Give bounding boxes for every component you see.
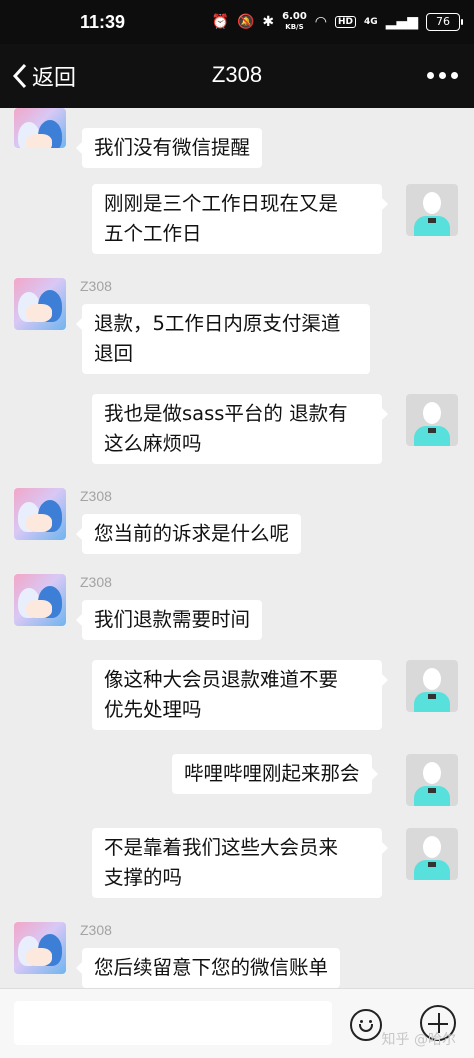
message-bubble[interactable]: 不是靠着我们这些大会员来 支撑的吗 — [92, 828, 388, 898]
message-bubble[interactable]: 刚刚是三个工作日现在又是 五个工作日 — [92, 184, 388, 254]
status-bar: 11:39 ⏰ 🔕 ✱ 6.00 KB/S ◠ HD 4G ▂▄▆ 76 — [0, 0, 474, 44]
more-dot — [451, 72, 458, 79]
message-bubble[interactable]: 我们没有微信提醒 — [75, 128, 263, 168]
network-badge: 4G — [364, 16, 378, 27]
mute-icon: 🔕 — [236, 14, 255, 30]
status-time: 11:39 — [80, 12, 126, 32]
message-bubble[interactable]: 像这种大会员退款难道不要 优先处理吗 — [92, 660, 388, 730]
more-options-button[interactable] — [427, 72, 458, 79]
message-bubble[interactable]: 退款，5工作日内原支付渠道 退回 — [76, 304, 370, 374]
user-avatar[interactable] — [406, 754, 458, 806]
input-bar: 知乎 @哈尔 — [0, 988, 474, 1058]
user-avatar[interactable] — [406, 828, 458, 880]
message-bubble[interactable]: 您后续留意下您的微信账单 — [75, 948, 341, 988]
user-avatar[interactable] — [406, 184, 458, 236]
nav-bar: 返回 Z308 — [0, 44, 474, 108]
wifi-icon: ◠ — [314, 14, 328, 30]
contact-avatar[interactable] — [14, 922, 66, 974]
status-icons: ⏰ 🔕 ✱ 6.00 KB/S ◠ HD 4G ▂▄▆ 76 — [211, 11, 463, 32]
sender-name: Z308 — [80, 922, 112, 938]
chat-title: Z308 — [211, 62, 263, 87]
battery-indicator: 76 — [426, 13, 463, 31]
contact-avatar[interactable] — [14, 574, 66, 626]
more-dot — [427, 72, 434, 79]
message-bubble[interactable]: 您当前的诉求是什么呢 — [75, 514, 302, 554]
watermark: 知乎 @哈尔 — [381, 1032, 456, 1048]
chat-area[interactable]: 我们没有微信提醒 刚刚是三个工作日现在又是 五个工作日 Z308 退款，5工作日… — [0, 108, 474, 988]
bluetooth-icon: ✱ — [262, 14, 275, 30]
message-bubble[interactable]: 我也是做sass平台的 退款有 这么麻烦吗 — [92, 394, 388, 464]
contact-avatar[interactable] — [14, 488, 66, 540]
net-speed: 6.00 KB/S — [282, 11, 307, 32]
message-bubble[interactable]: 我们退款需要时间 — [75, 600, 263, 640]
emoji-icon[interactable] — [350, 1009, 382, 1041]
user-avatar[interactable] — [406, 394, 458, 446]
hd-badge: HD — [335, 16, 357, 28]
sender-name: Z308 — [80, 574, 112, 590]
sender-name: Z308 — [80, 278, 112, 294]
more-dot — [439, 72, 446, 79]
contact-avatar[interactable] — [14, 108, 66, 148]
message-input[interactable] — [14, 1001, 332, 1045]
user-avatar[interactable] — [406, 660, 458, 712]
alarm-icon: ⏰ — [211, 14, 229, 30]
sender-name: Z308 — [80, 488, 112, 504]
message-bubble[interactable]: 哔哩哔哩刚起来那会 — [172, 754, 378, 794]
signal-icon: ▂▄▆ — [385, 14, 418, 30]
contact-avatar[interactable] — [14, 278, 66, 330]
